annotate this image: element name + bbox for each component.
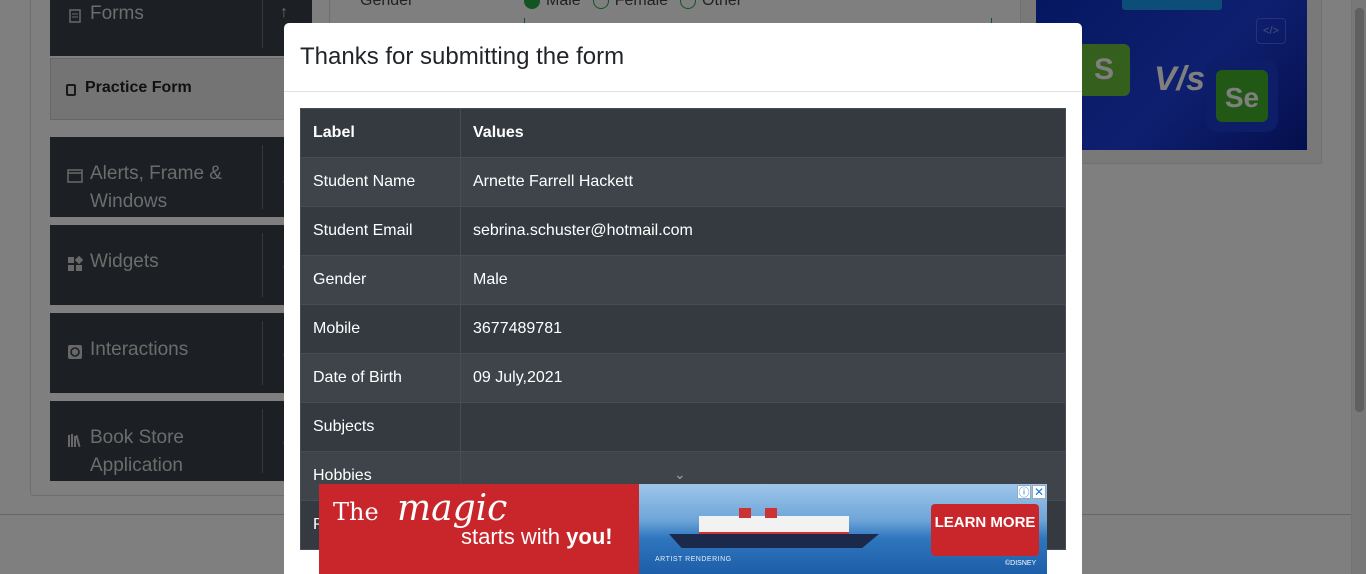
ad-headline-magic: magic xyxy=(397,488,508,529)
row-label: Gender xyxy=(300,255,461,305)
ad-you-text: you! xyxy=(566,524,613,549)
cruise-ship-image xyxy=(669,508,879,548)
row-value: sebrina.schuster@hotmail.com xyxy=(460,206,1066,256)
table-row: Student Email sebrina.schuster@hotmail.c… xyxy=(300,206,1066,256)
ship-funnel xyxy=(739,508,751,518)
row-value: 09 July,2021 xyxy=(460,353,1066,403)
ad-starts-text: starts with xyxy=(461,524,561,549)
row-label: Subjects xyxy=(300,402,461,452)
ad-headline-the: The xyxy=(333,498,379,526)
table-row: Student Name Arnette Farrell Hackett xyxy=(300,157,1066,207)
ship-deck xyxy=(699,516,849,534)
disney-copyright: ©DISNEY xyxy=(1005,560,1037,567)
row-value: 3677489781 xyxy=(460,304,1066,354)
ad-right-panel: ARTIST RENDERING LEARN MORE ©DISNEY xyxy=(639,484,1047,574)
column-header-values: Values xyxy=(460,108,1066,158)
ad-close-icon[interactable]: ✕ xyxy=(1032,485,1046,499)
ad-headline-starts: starts with you! xyxy=(461,524,613,550)
row-label: Student Name xyxy=(300,157,461,207)
ad-left-panel: The magic starts with you! xyxy=(319,484,639,574)
table-row: Mobile 3677489781 xyxy=(300,304,1066,354)
table-row: Subjects xyxy=(300,402,1066,452)
row-value: Male xyxy=(460,255,1066,305)
ad-info-icon[interactable]: ⓘ xyxy=(1017,485,1031,499)
ad-artist-rendering: ARTIST RENDERING xyxy=(655,556,732,563)
learn-more-button[interactable]: LEARN MORE xyxy=(931,504,1039,556)
modal-header: Thanks for submitting the form xyxy=(284,23,1082,92)
modal-title: Thanks for submitting the form xyxy=(300,43,625,70)
ship-hull xyxy=(669,534,879,548)
row-value: Arnette Farrell Hackett xyxy=(460,157,1066,207)
row-label: Student Email xyxy=(300,206,461,256)
row-label: Date of Birth xyxy=(300,353,461,403)
row-value xyxy=(460,402,1066,452)
disney-cruise-ad[interactable]: The magic starts with you! ARTIST RENDER… xyxy=(319,484,1047,574)
table-header-row: Label Values xyxy=(300,108,1066,158)
chevron-down-icon: ⌄ xyxy=(674,466,686,482)
table-row: Date of Birth 09 July,2021 xyxy=(300,353,1066,403)
table-row: Gender Male xyxy=(300,255,1066,305)
ship-funnel xyxy=(765,508,777,518)
row-label: Mobile xyxy=(300,304,461,354)
column-header-label: Label xyxy=(300,108,461,158)
